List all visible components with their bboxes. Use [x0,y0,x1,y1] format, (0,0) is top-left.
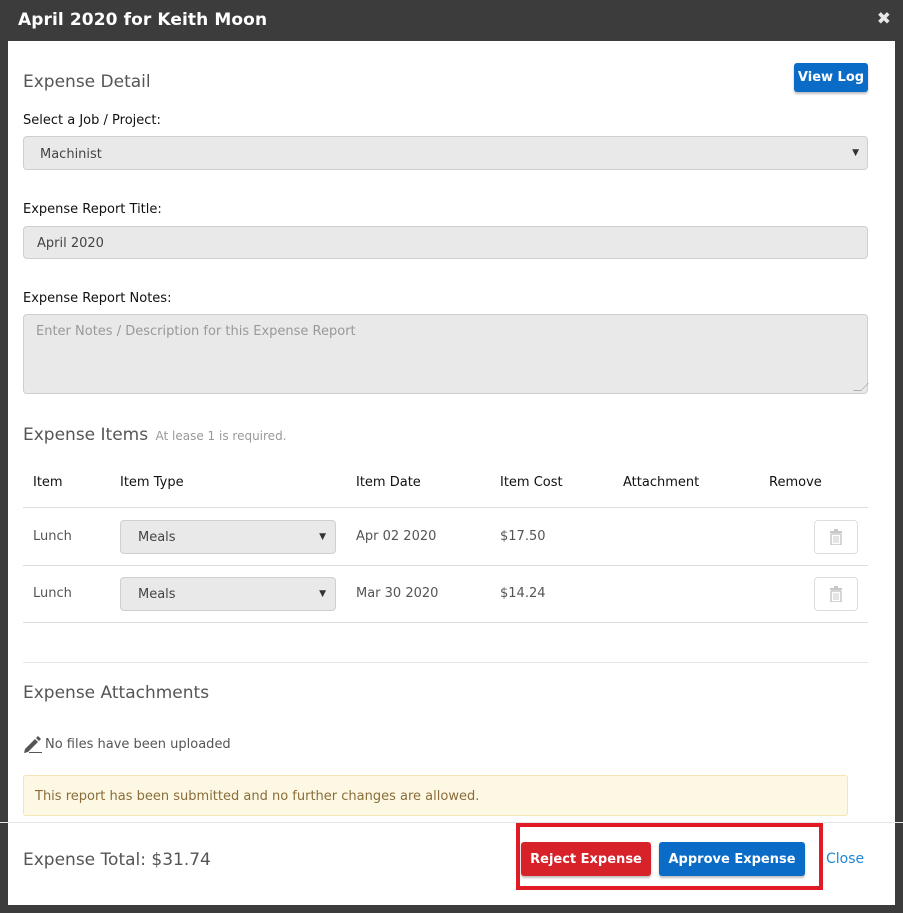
job-label: Select a Job / Project: [23,113,161,128]
job-select-value: Machinist [40,147,102,162]
expense-items-hint: At lease 1 is required. [155,429,287,443]
caret-down-icon: ▼ [852,148,859,158]
section-divider [23,662,868,663]
no-files-text: No files have been uploaded [45,736,231,752]
approve-expense-button[interactable]: Approve Expense [659,842,805,876]
pencil-icon [24,736,42,753]
modal-header: April 2020 for Keith Moon ✖ [0,0,903,41]
item-cost: $14.24 [500,586,546,601]
item-type-select[interactable]: Meals ▼ [120,577,336,611]
expense-total: Expense Total: $31.74 [23,850,211,870]
item-name: Lunch [33,529,72,544]
caret-down-icon: ▼ [319,589,326,599]
col-item-date: Item Date [356,475,421,490]
report-title-label: Expense Report Title: [23,202,162,217]
expense-detail-heading: Expense Detail [23,72,151,92]
col-item-cost: Item Cost [500,475,563,490]
submitted-alert: This report has been submitted and no fu… [23,775,848,816]
items-table-header: Item Item Type Item Date Item Cost Attac… [23,474,868,508]
modal-title: April 2020 for Keith Moon [18,10,268,30]
close-icon[interactable]: ✖ [877,9,891,29]
resize-grip-icon[interactable] [853,383,869,391]
item-name: Lunch [33,586,72,601]
col-item: Item [33,475,63,490]
expense-items-heading: Expense Items At lease 1 is required. [23,425,287,445]
item-date: Mar 30 2020 [356,586,439,601]
close-link[interactable]: Close [826,851,864,867]
item-type-value: Meals [138,587,176,602]
no-files-message: No files have been uploaded [23,735,231,753]
trash-icon [830,586,842,602]
report-notes-label: Expense Report Notes: [23,291,172,306]
expense-items-title: Expense Items [23,425,149,445]
remove-item-button[interactable] [814,520,858,554]
remove-item-button[interactable] [814,577,858,611]
view-log-button[interactable]: View Log [794,63,868,92]
expense-modal: April 2020 for Keith Moon ✖ Expense Deta… [0,0,903,913]
report-notes-textarea[interactable]: Enter Notes / Description for this Expen… [23,314,869,394]
expense-attachments-heading: Expense Attachments [23,683,210,703]
col-remove: Remove [769,475,822,490]
item-cost: $17.50 [500,529,546,544]
reject-expense-button[interactable]: Reject Expense [521,842,651,876]
notes-placeholder: Enter Notes / Description for this Expen… [36,324,356,339]
col-attachment: Attachment [623,475,700,490]
table-row: Lunch Meals ▼ Mar 30 2020 $14.24 [23,566,868,623]
caret-down-icon: ▼ [319,532,326,542]
table-row: Lunch Meals ▼ Apr 02 2020 $17.50 [23,509,868,566]
item-date: Apr 02 2020 [356,529,437,544]
trash-icon [830,529,842,545]
job-select[interactable]: Machinist ▼ [23,136,868,170]
report-title-input[interactable]: April 2020 [23,226,868,259]
item-type-select[interactable]: Meals ▼ [120,520,336,554]
col-item-type: Item Type [120,475,184,490]
item-type-value: Meals [138,530,176,545]
